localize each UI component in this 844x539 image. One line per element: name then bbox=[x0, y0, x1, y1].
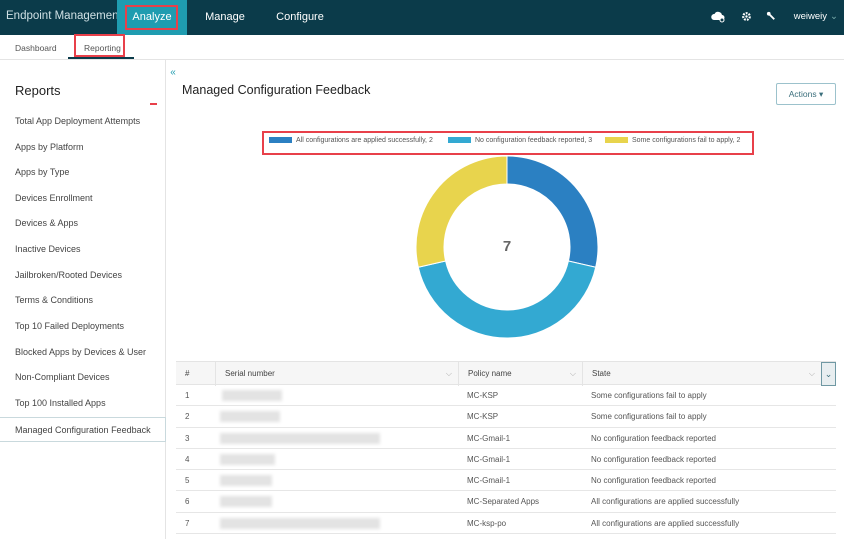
sidebar-item-inactive-devices[interactable]: Inactive Devices bbox=[0, 237, 166, 262]
column-header-policy-name[interactable]: Policy name ⌵ bbox=[458, 362, 582, 386]
state: All configurations are applied successfu… bbox=[591, 497, 740, 507]
row-number: 2 bbox=[185, 412, 190, 422]
serial-number-redacted bbox=[220, 475, 272, 487]
subtab-dashboard[interactable]: Dashboard bbox=[15, 43, 57, 53]
donut-slice-fail[interactable] bbox=[415, 155, 508, 268]
serial-number-redacted bbox=[220, 496, 272, 508]
gear-icon[interactable] bbox=[741, 11, 752, 25]
legend-item-applied[interactable]: All configurations are applied successfu… bbox=[269, 137, 433, 144]
chevron-down-icon[interactable]: ⌵ bbox=[809, 362, 815, 386]
column-label: Policy name bbox=[468, 369, 512, 378]
sidebar-item-non-compliant-devices[interactable]: Non-Compliant Devices bbox=[0, 365, 166, 390]
reports-sidebar: Reports Total App Deployment Attempts Ap… bbox=[0, 60, 166, 539]
page-title: Managed Configuration Feedback bbox=[182, 83, 371, 97]
policy-name: MC-KSP bbox=[467, 412, 499, 422]
collapse-sidebar-icon[interactable]: « bbox=[166, 67, 180, 81]
username: weiweiy bbox=[793, 11, 828, 22]
user-menu[interactable]: weiweiy ⌄ bbox=[794, 11, 838, 22]
row-number: 6 bbox=[185, 497, 190, 507]
policy-name: MC-Gmail-1 bbox=[467, 454, 511, 464]
sidebar-item-total-app-deployment-attempts[interactable]: Total App Deployment Attempts bbox=[0, 109, 166, 134]
sidebar-item-apps-by-platform[interactable]: Apps by Platform bbox=[0, 135, 166, 160]
legend-label: No configuration feedback reported, 3 bbox=[475, 137, 593, 144]
cloud-settings-icon[interactable] bbox=[711, 11, 725, 26]
policy-name: MC-Separated Apps bbox=[467, 497, 540, 507]
donut-chart: 7 bbox=[415, 155, 599, 339]
active-subtab-indicator bbox=[68, 57, 134, 59]
legend-swatch bbox=[448, 137, 471, 144]
sidebar-item-managed-configuration-feedback[interactable]: Managed Configuration Feedback bbox=[0, 417, 166, 442]
column-menu-button[interactable]: ⌄ bbox=[821, 362, 836, 386]
serial-number-redacted bbox=[220, 411, 280, 423]
sidebar-item-jailbroken-rooted-devices[interactable]: Jailbroken/Rooted Devices bbox=[0, 263, 166, 288]
actions-dropdown-button[interactable]: Actions ▾ bbox=[776, 83, 836, 105]
policy-name: MC-Gmail-1 bbox=[467, 476, 511, 486]
sidebar-item-top-10-failed-deployments[interactable]: Top 10 Failed Deployments bbox=[0, 314, 166, 339]
donut-center-total: 7 bbox=[503, 238, 511, 255]
legend-swatch bbox=[269, 137, 292, 144]
top-navigation-bar: Endpoint Management Analyze Manage Confi… bbox=[0, 0, 844, 35]
state: Some configurations fail to apply bbox=[591, 391, 707, 400]
state: No configuration feedback reported bbox=[591, 454, 716, 464]
legend-item-fail[interactable]: Some configurations fail to apply, 2 bbox=[605, 137, 740, 144]
donut-slice-no-feedback[interactable] bbox=[417, 260, 597, 339]
state: No configuration feedback reported bbox=[591, 433, 716, 443]
state: All configurations are applied successfu… bbox=[591, 518, 740, 528]
serial-number-redacted bbox=[220, 453, 275, 465]
app-brand: Endpoint Management bbox=[6, 10, 122, 22]
table-row[interactable]: 4 MC-Gmail-1 No configuration feedback rep… bbox=[176, 449, 836, 471]
state: Some configurations fail to apply bbox=[591, 412, 707, 422]
sidebar-item-top-100-installed-apps[interactable]: Top 100 Installed Apps bbox=[0, 391, 166, 416]
serial-number-redacted bbox=[220, 517, 380, 529]
table-row[interactable]: 5 MC-Gmail-1 No configuration feedback rep… bbox=[176, 470, 836, 492]
sidebar-item-terms-and-conditions[interactable]: Terms & Conditions bbox=[0, 288, 166, 313]
column-header-number: # bbox=[176, 362, 215, 386]
collapse-marker bbox=[150, 103, 157, 105]
legend-label: All configurations are applied successfu… bbox=[296, 137, 433, 144]
state: No configuration feedback reported bbox=[591, 476, 716, 486]
column-label: State bbox=[592, 369, 611, 378]
legend-item-no-feedback[interactable]: No configuration feedback reported, 3 bbox=[448, 137, 592, 144]
serial-number-redacted bbox=[220, 432, 380, 444]
column-header-serial-number[interactable]: Serial number ⌵ bbox=[215, 362, 458, 386]
sidebar-item-apps-by-type[interactable]: Apps by Type bbox=[0, 160, 166, 185]
legend-swatch bbox=[605, 137, 628, 144]
column-header-state[interactable]: State ⌵ bbox=[582, 362, 821, 386]
row-number: 3 bbox=[185, 433, 190, 443]
nav-tab-analyze[interactable]: Analyze bbox=[117, 0, 187, 35]
feedback-table: # Serial number ⌵ Policy name ⌵ State ⌵ ⌄ 1… bbox=[176, 361, 836, 535]
subtab-reporting[interactable]: Reporting bbox=[84, 43, 121, 53]
chevron-down-icon: ⌄ bbox=[830, 11, 838, 22]
sidebar-title: Reports bbox=[15, 83, 61, 98]
sidebar-item-blocked-apps-by-devices-and-user[interactable]: Blocked Apps by Devices & User bbox=[0, 340, 166, 365]
policy-name: MC-Gmail-1 bbox=[467, 433, 511, 443]
table-row[interactable]: 2 MC-KSP Some configurations fail to apply bbox=[176, 406, 836, 428]
row-number: 7 bbox=[185, 518, 190, 528]
serial-number-redacted bbox=[222, 390, 282, 401]
table-row[interactable]: 6 MC-Separated Apps All configurations are… bbox=[176, 491, 836, 513]
sidebar-item-devices-enrollment[interactable]: Devices Enrollment bbox=[0, 186, 166, 211]
policy-name: MC-ksp-po bbox=[467, 518, 507, 528]
row-number: 1 bbox=[185, 391, 190, 400]
policy-name: MC-KSP bbox=[467, 391, 499, 400]
nav-tab-manage[interactable]: Manage bbox=[200, 0, 250, 35]
wrench-icon[interactable] bbox=[766, 11, 777, 25]
chevron-down-icon[interactable]: ⌵ bbox=[570, 362, 576, 386]
donut-slice-applied[interactable] bbox=[506, 155, 599, 268]
table-row[interactable]: 3 MC-Gmail-1 No configuration feedback rep… bbox=[176, 428, 836, 449]
table-row[interactable]: 7 MC-ksp-po All configurations are applied… bbox=[176, 513, 836, 535]
sidebar-item-devices-and-apps[interactable]: Devices & Apps bbox=[0, 211, 166, 236]
row-number: 4 bbox=[185, 454, 190, 464]
chevron-down-icon[interactable]: ⌵ bbox=[446, 362, 452, 386]
row-number: 5 bbox=[185, 476, 190, 486]
table-row[interactable]: 1 MC-KSP Some configurations fail to apply bbox=[176, 385, 836, 407]
column-label: Serial number bbox=[225, 369, 275, 378]
nav-tab-configure[interactable]: Configure bbox=[270, 0, 330, 35]
column-label: # bbox=[185, 369, 190, 378]
table-header: # Serial number ⌵ Policy name ⌵ State ⌵ ⌄ bbox=[176, 361, 836, 386]
legend-label: Some configurations fail to apply, 2 bbox=[632, 137, 741, 144]
